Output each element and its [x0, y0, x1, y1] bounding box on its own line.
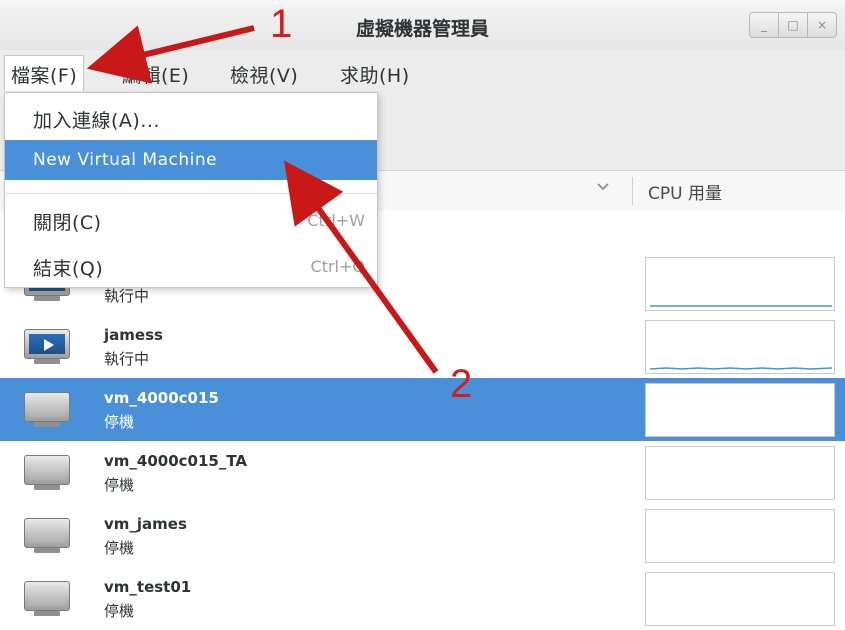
cpu-usage-graph — [645, 509, 835, 563]
vm-stopped-icon — [24, 581, 70, 617]
menu-item-new-virtual-machine[interactable]: New Virtual Machine — [5, 140, 377, 180]
menu-bar: 檔案(F) 編輯(E) 檢視(V) 求助(H) — [0, 50, 845, 92]
vm-status: 停機 — [104, 602, 135, 620]
menu-item-shortcut: Ctrl+Q — [310, 257, 365, 276]
menu-separator — [5, 193, 377, 194]
vm-name: vm_4000c015_TA — [104, 452, 248, 470]
vm-stopped-icon — [24, 455, 70, 491]
vm-status: 停機 — [104, 413, 135, 431]
menu-item-label: 關閉(C) — [33, 212, 102, 234]
vm-status: 執行中 — [104, 287, 150, 305]
maximize-button[interactable]: □ — [779, 12, 808, 38]
cpu-usage-graph — [645, 257, 835, 311]
vm-status: 執行中 — [104, 350, 150, 368]
vm-row[interactable]: vm_james 停機 — [0, 504, 845, 567]
menu-item-quit[interactable]: 結束(Q) Ctrl+Q — [5, 245, 377, 285]
chevron-down-icon[interactable] — [596, 181, 610, 196]
vm-row-selected[interactable]: vm_4000c015 停機 — [0, 378, 845, 441]
menu-item-add-connection[interactable]: 加入連線(A)... — [5, 97, 377, 137]
vm-row[interactable]: vm_4000c015_TA 停機 — [0, 441, 845, 504]
vm-status: 停機 — [104, 539, 135, 557]
menu-item-label: 加入連線(A)... — [33, 110, 160, 132]
window-title: 虛擬機器管理員 — [355, 18, 489, 40]
annotation-label-2: 2 — [450, 362, 473, 406]
cpu-usage-column-header[interactable]: CPU 用量 — [648, 179, 722, 204]
vm-status: 停機 — [104, 476, 135, 494]
close-button[interactable]: × — [808, 12, 837, 38]
vm-row[interactable]: jamess 執行中 — [0, 315, 845, 378]
menu-edit[interactable]: 編輯(E) — [116, 58, 195, 91]
menu-help[interactable]: 求助(H) — [334, 58, 416, 91]
menu-item-close[interactable]: 關閉(C) Ctrl+W — [5, 199, 377, 239]
cpu-usage-graph — [645, 320, 835, 374]
menu-view[interactable]: 檢視(V) — [224, 58, 304, 91]
vm-stopped-icon — [24, 392, 70, 428]
column-divider — [632, 177, 633, 205]
minimize-button[interactable]: _ — [749, 12, 779, 38]
vm-name: vm_4000c015 — [104, 389, 219, 407]
vm-name: jamess — [104, 326, 163, 344]
menu-item-label: New Virtual Machine — [33, 150, 218, 170]
vm-name: vm_test01 — [104, 578, 192, 596]
title-bar: 虛擬機器管理員 _ □ × — [0, 0, 845, 50]
cpu-usage-graph — [645, 446, 835, 500]
menu-item-label: 結束(Q) — [33, 258, 104, 280]
cpu-usage-graph — [645, 572, 835, 626]
vm-stopped-icon — [24, 518, 70, 554]
cpu-usage-graph — [645, 383, 835, 437]
menu-item-shortcut: Ctrl+W — [307, 211, 365, 230]
window-controls: _ □ × — [749, 12, 837, 38]
vm-name: vm_james — [104, 515, 187, 533]
annotation-label-1: 1 — [270, 2, 293, 46]
menu-file[interactable]: 檔案(F) — [4, 55, 85, 91]
vm-row[interactable]: vm_test01 停機 — [0, 567, 845, 630]
file-menu-dropdown: 加入連線(A)... New Virtual Machine 關閉(C) Ctr… — [4, 92, 378, 288]
vm-running-icon — [24, 329, 70, 365]
